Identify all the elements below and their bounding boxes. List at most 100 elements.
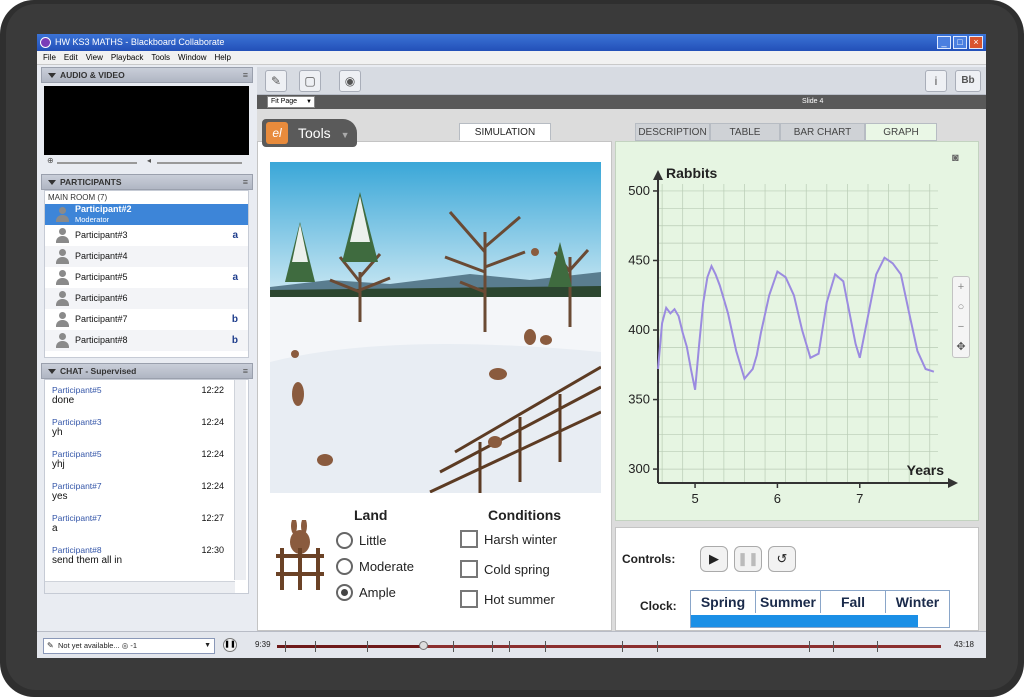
- play-button[interactable]: ▶: [700, 546, 728, 572]
- participant-name: Participant#5: [75, 272, 128, 282]
- y-tick-label: 500: [628, 183, 650, 198]
- tab-table[interactable]: TABLE: [710, 123, 780, 141]
- chat-text: a: [52, 523, 58, 534]
- participant-row[interactable]: Participant#4: [45, 246, 248, 267]
- web-tour-icon[interactable]: ◉: [339, 70, 361, 92]
- rabbit-fence-icon: [276, 520, 324, 590]
- tab-description[interactable]: DESCRIPTION: [635, 123, 710, 141]
- participant-row[interactable]: Participant#5 a: [45, 267, 248, 288]
- radio-little[interactable]: [336, 532, 353, 549]
- condition-hot-summer[interactable]: Hot summer: [460, 590, 555, 608]
- participant-row[interactable]: Participant#2 Moderator: [45, 204, 248, 225]
- season-spring: Spring: [691, 591, 756, 613]
- radio-moderate[interactable]: [336, 558, 353, 575]
- participant-name: Participant#6: [75, 293, 128, 303]
- close-button[interactable]: ×: [969, 36, 983, 49]
- participant-row[interactable]: Participant#7 b: [45, 309, 248, 330]
- condition-label: Hot summer: [484, 591, 555, 607]
- playback-timeline: ✎ Not yet available... ◎ -1 ▼ ❚❚ 9:39 43…: [37, 631, 986, 658]
- status-text: Not yet available... ◎ -1: [58, 641, 138, 650]
- whiteboard-icon[interactable]: ✎: [265, 70, 287, 92]
- minimize-button[interactable]: _: [937, 36, 951, 49]
- chat-message: Participant#8 12:30 send them all in: [45, 540, 248, 572]
- checkbox-harsh-winter[interactable]: [460, 530, 478, 548]
- x-axis-label: Years: [907, 462, 945, 478]
- chat-horizontal-scrollbar[interactable]: [45, 581, 235, 593]
- avatar: [55, 333, 69, 348]
- x-tick-label: 7: [856, 491, 863, 506]
- land-option-moderate[interactable]: Moderate: [336, 558, 414, 575]
- menu-window[interactable]: Window: [178, 51, 206, 64]
- chat-message: Participant#3 12:24 yh: [45, 412, 248, 444]
- status-select[interactable]: ✎ Not yet available... ◎ -1 ▼: [43, 638, 215, 654]
- timeline-marker: [285, 641, 286, 652]
- zoom-in-icon[interactable]: +: [953, 277, 969, 297]
- participant-row[interactable]: Participant#3 a: [45, 225, 248, 246]
- zoom-out-icon[interactable]: −: [953, 317, 969, 337]
- menu-file[interactable]: File: [43, 51, 56, 64]
- timeline-track[interactable]: [277, 641, 941, 652]
- tab-bar-chart[interactable]: BAR CHART: [780, 123, 865, 141]
- speaker-volume-slider[interactable]: [157, 162, 242, 164]
- timeline-pause-button[interactable]: ❚❚: [223, 638, 237, 652]
- participants-list: MAIN ROOM (7) Participant#2 Moderator Pa…: [44, 190, 249, 358]
- x-tick-label: 5: [691, 491, 698, 506]
- fit-page-select[interactable]: Fit Page ▼: [267, 96, 315, 108]
- participant-row[interactable]: Participant#6: [45, 288, 248, 309]
- timeline-marker: [622, 641, 623, 652]
- menu-tools[interactable]: Tools: [151, 51, 170, 64]
- land-option-label: Ample: [359, 585, 396, 600]
- menu-playback[interactable]: Playback: [111, 51, 143, 64]
- chat-time: 12:24: [201, 449, 224, 459]
- x-axis-arrow: [948, 478, 958, 488]
- x-tick-label: 6: [774, 491, 781, 506]
- tab-simulation[interactable]: SIMULATION: [459, 123, 551, 141]
- timeline-thumb[interactable]: [419, 641, 429, 650]
- move-icon[interactable]: ✥: [953, 337, 969, 357]
- chat-message: Participant#7 12:24 yes: [45, 476, 248, 508]
- speaker-icon: ◂: [147, 156, 152, 165]
- panel-menu-icon[interactable]: ≡: [243, 364, 248, 378]
- menu-edit[interactable]: Edit: [64, 51, 78, 64]
- checkbox-cold-spring[interactable]: [460, 560, 478, 578]
- radio-ample[interactable]: [336, 584, 353, 601]
- participants-title: PARTICIPANTS: [60, 177, 122, 187]
- condition-harsh-winter[interactable]: Harsh winter: [460, 530, 557, 548]
- simulation-panel: Land Little Moderate Ample Conditions Ha…: [257, 141, 612, 631]
- participant-row[interactable]: Participant#8 b: [45, 330, 248, 351]
- rabbit-scene-image: [270, 162, 601, 493]
- panel-menu-icon[interactable]: ≡: [243, 68, 248, 82]
- land-title: Land: [354, 507, 388, 523]
- participant-name: Participant#8: [75, 335, 128, 345]
- tools-button[interactable]: el Tools ▼: [262, 119, 357, 147]
- audio-video-header[interactable]: AUDIO & VIDEO ≡: [41, 67, 253, 83]
- avatar: [55, 228, 69, 243]
- y-tick-label: 400: [628, 322, 650, 337]
- land-option-ample[interactable]: Ample: [336, 584, 396, 601]
- land-option-little[interactable]: Little: [336, 532, 386, 549]
- mic-volume-slider[interactable]: [57, 162, 137, 164]
- participant-name: Participant#3: [75, 230, 128, 240]
- app-share-icon[interactable]: ▢: [299, 70, 321, 92]
- avatar: [55, 249, 69, 264]
- timeline-marker: [509, 641, 510, 652]
- menu-help[interactable]: Help: [215, 51, 231, 64]
- restart-button[interactable]: ↺: [768, 546, 796, 572]
- chat-vertical-scrollbar[interactable]: [234, 380, 246, 580]
- condition-cold-spring[interactable]: Cold spring: [460, 560, 550, 578]
- chat-header[interactable]: CHAT - Supervised ≡: [41, 363, 253, 379]
- zoom-reset-icon[interactable]: ○: [953, 297, 969, 317]
- checkbox-hot-summer[interactable]: [460, 590, 478, 608]
- menu-view[interactable]: View: [86, 51, 103, 64]
- y-tick-label: 350: [628, 392, 650, 407]
- playback-controls: Controls: ▶ ❚❚ ↺ Clock: Spring Summer Fa…: [615, 527, 979, 631]
- chat-text: yhj: [52, 459, 65, 470]
- pause-button[interactable]: ❚❚: [734, 546, 762, 572]
- info-icon[interactable]: i: [925, 70, 947, 92]
- camera-icon[interactable]: ◙: [952, 152, 959, 164]
- maximize-button[interactable]: □: [953, 36, 967, 49]
- avatar: [55, 270, 69, 285]
- panel-menu-icon[interactable]: ≡: [243, 175, 248, 189]
- participants-header[interactable]: PARTICIPANTS ≡: [41, 174, 253, 190]
- tab-graph[interactable]: GRAPH: [865, 123, 937, 141]
